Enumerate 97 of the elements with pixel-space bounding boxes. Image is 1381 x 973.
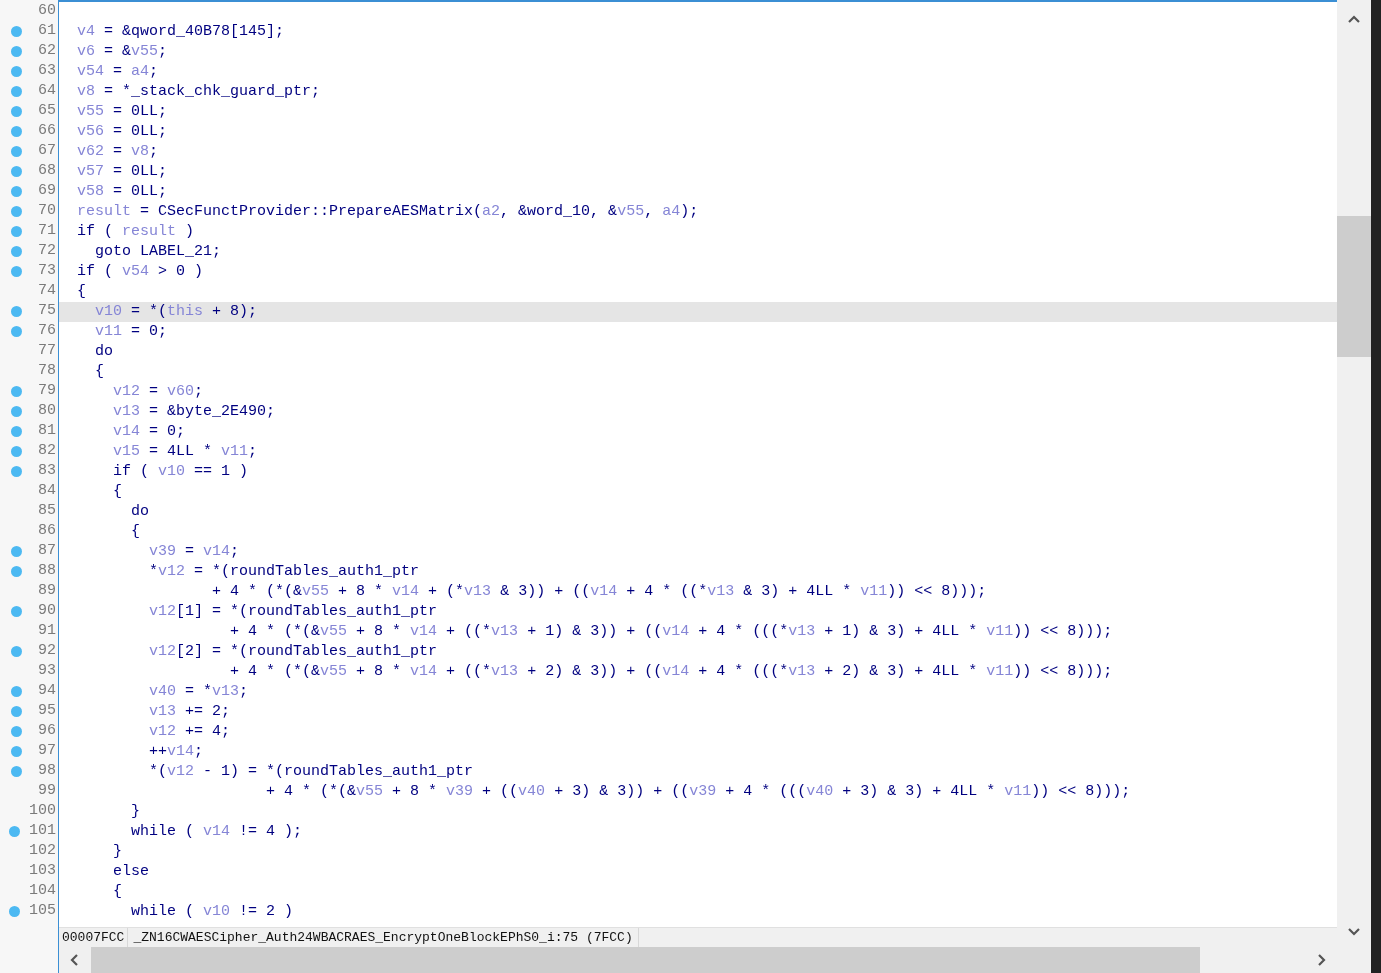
- line-number: 80: [38, 400, 57, 421]
- line-number: 105: [29, 900, 57, 921]
- line-number: 98: [38, 760, 57, 781]
- line-number: 88: [38, 560, 57, 581]
- line-number: 65: [38, 100, 57, 121]
- line-number: 85: [38, 500, 57, 521]
- line-number: 61: [38, 20, 57, 41]
- code-line: v56 = 0LL;: [77, 121, 168, 142]
- code-line: v62 = v8;: [77, 141, 159, 162]
- line-number: 62: [38, 40, 57, 61]
- code-line: v40 = *v13;: [148, 681, 249, 702]
- scroll-left-icon[interactable]: [69, 953, 81, 967]
- line-number: 84: [38, 480, 57, 501]
- code-line: v55 = 0LL;: [77, 101, 168, 122]
- line-number: 81: [38, 420, 57, 441]
- code-line: {: [112, 881, 122, 902]
- line-number: 67: [38, 140, 57, 161]
- scroll-right-icon[interactable]: [1315, 953, 1327, 967]
- line-number: 91: [38, 620, 57, 641]
- code-line: do: [94, 341, 113, 362]
- code-line: {: [77, 281, 86, 302]
- code-line: {: [130, 521, 140, 542]
- line-number: 100: [29, 800, 57, 821]
- code-line: v13 = &byte_2E490;: [112, 401, 276, 422]
- scrollbar-thumb[interactable]: [1337, 216, 1371, 357]
- line-number: 99: [38, 780, 57, 801]
- code-line: + 4 * (*(&v55 + 8 * v14 + ((*v13 + 1) & 3)) + ((v14 + 4 * (((*v13 + 1) & 3) + 4LL * v11)) << 8)));: [229, 621, 1113, 642]
- line-number: 78: [38, 360, 57, 381]
- code-line: while ( v14 != 4 );: [130, 821, 303, 842]
- code-line: *(v12 - 1) = *(roundTables_auth1_ptr: [148, 761, 474, 782]
- line-number: 76: [38, 320, 57, 341]
- code-line: {: [94, 361, 104, 382]
- code-line: if ( v10 == 1 ): [112, 461, 249, 482]
- line-number: 87: [38, 540, 57, 561]
- line-number: 90: [38, 600, 57, 621]
- code-line: else: [112, 861, 149, 882]
- code-line: }: [112, 841, 122, 862]
- line-number: 83: [38, 460, 57, 481]
- line-number: 63: [38, 60, 57, 81]
- line-number: 103: [29, 860, 57, 881]
- line-number: 71: [38, 220, 57, 241]
- line-number: 70: [38, 200, 57, 221]
- code-line: v10 = *(this + 8);: [94, 301, 258, 322]
- code-line: while ( v10 != 2 ): [130, 901, 294, 922]
- code-line: v12 = v60;: [112, 381, 204, 402]
- line-number: 79: [38, 380, 57, 401]
- line-number: 68: [38, 160, 57, 181]
- code-line: v58 = 0LL;: [77, 181, 168, 202]
- code-line: if ( result ): [77, 221, 195, 242]
- code-line: v8 = *_stack_chk_guard_ptr;: [77, 81, 321, 102]
- line-number: 93: [38, 660, 57, 681]
- code-line: v54 = a4;: [77, 61, 159, 82]
- code-line: v57 = 0LL;: [77, 161, 168, 182]
- code-line: do: [130, 501, 149, 522]
- line-number: 77: [38, 340, 57, 361]
- code-line: + 4 * (*(&v55 + 8 * v14 + ((*v13 + 2) & 3)) + ((v14 + 4 * (((*v13 + 2) & 3) + 4LL * v11)) << 8)));: [229, 661, 1113, 682]
- code-line: *v12 = *(roundTables_auth1_ptr: [148, 561, 420, 582]
- code-line: v12 += 4;: [148, 721, 231, 742]
- code-line: result = CSecFunctProvider::PrepareAESMatrix(a2, &word_10, &v55, a4);: [77, 201, 699, 222]
- code-line: if ( v54 > 0 ): [77, 261, 204, 282]
- code-line: v14 = 0;: [112, 421, 186, 442]
- code-line: + 4 * (*(&v55 + 8 * v39 + ((v40 + 3) & 3)) + ((v39 + 4 * (((v40 + 3) & 3) + 4LL * v11)) << 8)));: [265, 781, 1131, 802]
- line-number: 101: [29, 820, 57, 841]
- code-line: v39 = v14;: [148, 541, 240, 562]
- line-number: 72: [38, 240, 57, 261]
- line-number: 75: [38, 300, 57, 321]
- line-number: 66: [38, 120, 57, 141]
- code-line: v15 = 4LL * v11;: [112, 441, 258, 462]
- scroll-down-icon[interactable]: [1347, 926, 1361, 938]
- line-number: 89: [38, 580, 57, 601]
- line-number: 64: [38, 80, 57, 101]
- code-line: v6 = &v55;: [77, 41, 168, 62]
- line-number: 60: [38, 0, 57, 21]
- code-line: }: [130, 801, 140, 822]
- vertical-scrollbar[interactable]: [1337, 0, 1371, 973]
- line-number: 102: [29, 840, 57, 861]
- line-number: 92: [38, 640, 57, 661]
- line-number: 94: [38, 680, 57, 701]
- line-number: 69: [38, 180, 57, 201]
- code-line: + 4 * (*(&v55 + 8 * v14 + (*v13 & 3)) + ((v14 + 4 * ((*v13 & 3) + 4LL * v11)) << 8)));: [211, 581, 987, 602]
- line-number: 73: [38, 260, 57, 281]
- line-number: 104: [29, 880, 57, 901]
- line-number: 97: [38, 740, 57, 761]
- line-number: 74: [38, 280, 57, 301]
- scroll-up-icon[interactable]: [1347, 13, 1361, 25]
- line-number: 95: [38, 700, 57, 721]
- code-line: v13 += 2;: [148, 701, 231, 722]
- line-number: 96: [38, 720, 57, 741]
- code-line: v4 = &qword_40B78[145];: [77, 21, 285, 42]
- code-line: v12[2] = *(roundTables_auth1_ptr: [148, 641, 438, 662]
- code-line: goto LABEL_21;: [94, 241, 222, 262]
- code-line: v11 = 0;: [94, 321, 168, 342]
- code-line: ++v14;: [148, 741, 204, 762]
- line-number: 86: [38, 520, 57, 541]
- code-line: {: [112, 481, 122, 502]
- line-number: 82: [38, 440, 57, 461]
- code-line: v12[1] = *(roundTables_auth1_ptr: [148, 601, 438, 622]
